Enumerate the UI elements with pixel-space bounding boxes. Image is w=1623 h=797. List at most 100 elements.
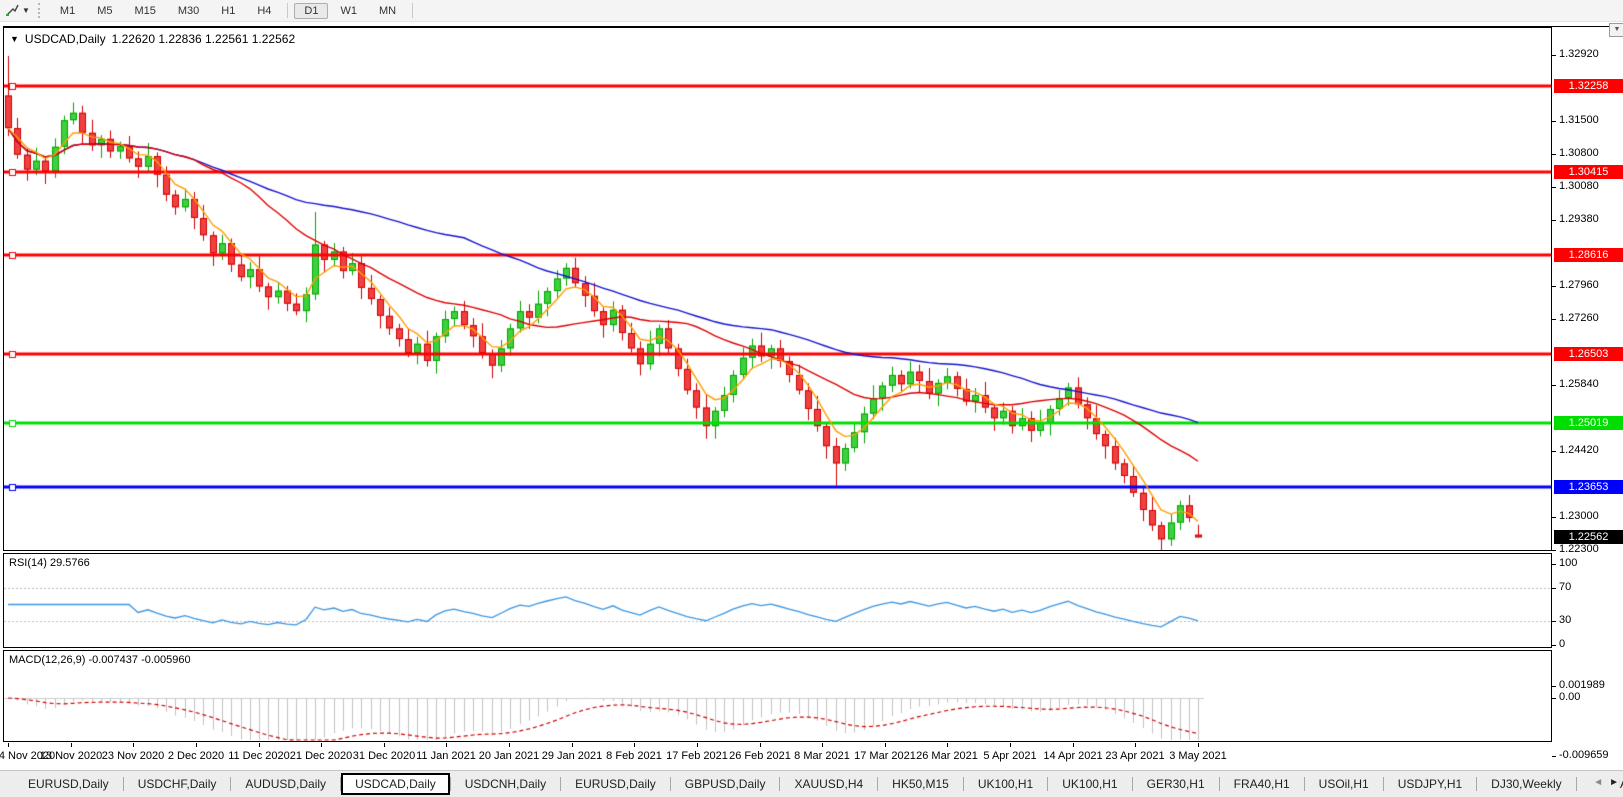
price-tick-mark [1552,550,1556,551]
date-label: 2 Dec 2020 [167,750,225,762]
symbol-tab-uk100-h1[interactable]: UK100,H1 [1048,774,1131,794]
macd-tick-mark [1552,686,1556,687]
timeframe-button-m1[interactable]: M1 [50,3,85,19]
price-tick-label: 1.29380 [1559,213,1599,225]
chart-window: ▼ USDCAD,Daily 1.22620 1.22836 1.22561 1… [0,23,1623,769]
date-tick-mark [572,743,573,747]
price-tick-label: 1.23000 [1559,510,1599,522]
price-level-label: 1.26503 [1554,347,1623,361]
main-chart-panel: ▼ USDCAD,Daily 1.22620 1.22836 1.22561 1… [3,27,1552,551]
price-tick-mark [1552,154,1556,155]
rsi-tick-label: 0 [1559,638,1566,650]
price-tick-label: 1.22300 [1559,543,1599,555]
date-tick-mark [446,743,447,747]
chart-symbol-label: USDCAD,Daily [24,32,106,46]
macd-panel: MACD(12,26,9) -0.007437 -0.005960 [3,650,1552,742]
rsi-canvas[interactable] [4,554,1551,647]
macd-tick-mark [1552,756,1556,757]
date-tick-mark [634,743,635,747]
tab-scroll-left-icon[interactable]: ◄ [1593,777,1603,788]
rsi-tick-label: 70 [1559,581,1572,593]
timeframe-button-m15[interactable]: M15 [124,3,165,19]
symbol-tab-hk50-m15[interactable]: HK50,M15 [878,774,963,794]
price-tick-mark [1552,187,1556,188]
symbol-tab-eurusd-daily[interactable]: EURUSD,Daily [561,774,670,794]
price-level-label: 1.25019 [1554,416,1623,430]
date-tick-mark [822,743,823,747]
date-label: 13 Nov 2020 [39,750,103,762]
chart-cursor-icon[interactable] [3,3,21,18]
symbol-dropdown-icon[interactable]: ▼ [10,34,19,44]
timeframe-button-mn[interactable]: MN [369,3,406,19]
price-tick-label: 1.27260 [1559,312,1599,324]
date-label: 21 Dec 2020 [289,750,353,762]
macd-canvas[interactable] [4,651,1551,741]
price-tick-mark [1552,220,1556,221]
date-label: 8 Feb 2021 [606,750,662,762]
rsi-tick-mark [1552,621,1556,622]
symbol-tabbar: ◄ ► EURUSD,Daily USDCHF,Daily AUDUSD,Daily… [0,770,1623,797]
symbol-tab-dj30-weekly[interactable]: DJ30,Weekly [1477,774,1575,794]
tab-scroll-right-icon[interactable]: ► [1609,777,1619,788]
symbol-tab-usdjpy-h1[interactable]: USDJPY,H1 [1384,774,1476,794]
date-tick-mark [760,743,761,747]
macd-tick-mark [1552,698,1556,699]
toolbar-separator [287,3,289,18]
date-label: 11 Jan 2021 [416,750,476,762]
date-tick-mark [321,743,322,747]
rsi-panel: RSI(14) 29.5766 [3,553,1552,648]
date-tick-mark [8,743,9,747]
chart-shift-marker[interactable]: ▼ [1609,23,1623,37]
chart-ohlc-values: 1.22620 1.22836 1.22561 1.22562 [111,32,296,46]
price-tick-label: 1.30080 [1559,180,1599,192]
tab-scroll-buttons: ◄ ► [1587,777,1619,788]
price-tick-label: 1.32920 [1559,48,1599,60]
symbol-tab-audusd-daily[interactable]: AUDUSD,Daily [231,774,340,794]
date-tick-mark [259,743,260,747]
symbol-tab-ger30-h1[interactable]: GER30,H1 [1133,774,1219,794]
toolbar-separator [412,3,414,18]
date-label: 23 Apr 2021 [1105,750,1165,762]
chart-tool-dropdown-icon[interactable]: ▼ [22,6,30,15]
macd-tick-label: 0.00 [1559,691,1581,703]
date-label: 5 Apr 2021 [983,750,1037,762]
date-tick-mark [1073,743,1074,747]
symbol-tab-usoil-h1[interactable]: USOil,H1 [1305,774,1383,794]
timeframe-button-h4[interactable]: H4 [247,3,281,19]
date-label: 23 Nov 2020 [101,750,165,762]
timeframe-button-d1[interactable]: D1 [294,2,329,19]
timeframe-button-m30[interactable]: M30 [168,3,209,19]
price-tick-mark [1552,55,1556,56]
price-tick-label: 1.31500 [1559,114,1599,126]
date-label: 11 Dec 2020 [228,750,290,762]
symbol-tab-usdcnh-daily[interactable]: USDCNH,Daily [451,774,560,794]
date-tick-mark [1135,743,1136,747]
date-label: 17 Feb 2021 [666,750,728,762]
price-tick-label: 1.27960 [1559,279,1599,291]
toolbar-grip[interactable] [37,3,44,18]
timeframe-button-h1[interactable]: H1 [211,3,245,19]
price-tick-mark [1552,286,1556,287]
price-tick-mark [1552,517,1556,518]
symbol-tab-fra40-h1[interactable]: FRA40,H1 [1220,774,1304,794]
date-tick-mark [697,743,698,747]
rsi-tick-mark [1552,564,1556,565]
symbol-tab-eurusd-daily[interactable]: EURUSD,Daily [14,774,123,794]
rsi-tick-label: 30 [1559,614,1572,626]
date-label: 14 Apr 2021 [1043,750,1103,762]
date-label: 31 Dec 2020 [352,750,416,762]
date-tick-mark [1010,743,1011,747]
symbol-tab-gbpusd-daily[interactable]: GBPUSD,Daily [671,774,780,794]
rsi-label: RSI(14) 29.5766 [9,557,90,569]
symbol-tab-uk100-h1[interactable]: UK100,H1 [964,774,1047,794]
price-tick-mark [1552,319,1556,320]
timeframe-button-w1[interactable]: W1 [330,3,367,19]
main-chart-canvas[interactable] [4,28,1551,550]
symbol-tab-usdchf-daily[interactable]: USDCHF,Daily [124,774,231,794]
symbol-tab-xauusd-h4[interactable]: XAUUSD,H4 [780,774,877,794]
date-label: 8 Mar 2021 [794,750,850,762]
price-level-label: 1.28616 [1554,248,1623,262]
timeframe-button-m5[interactable]: M5 [87,3,122,19]
date-tick-mark [71,743,72,747]
symbol-tab-usdcad-daily[interactable]: USDCAD,Daily [341,773,450,795]
